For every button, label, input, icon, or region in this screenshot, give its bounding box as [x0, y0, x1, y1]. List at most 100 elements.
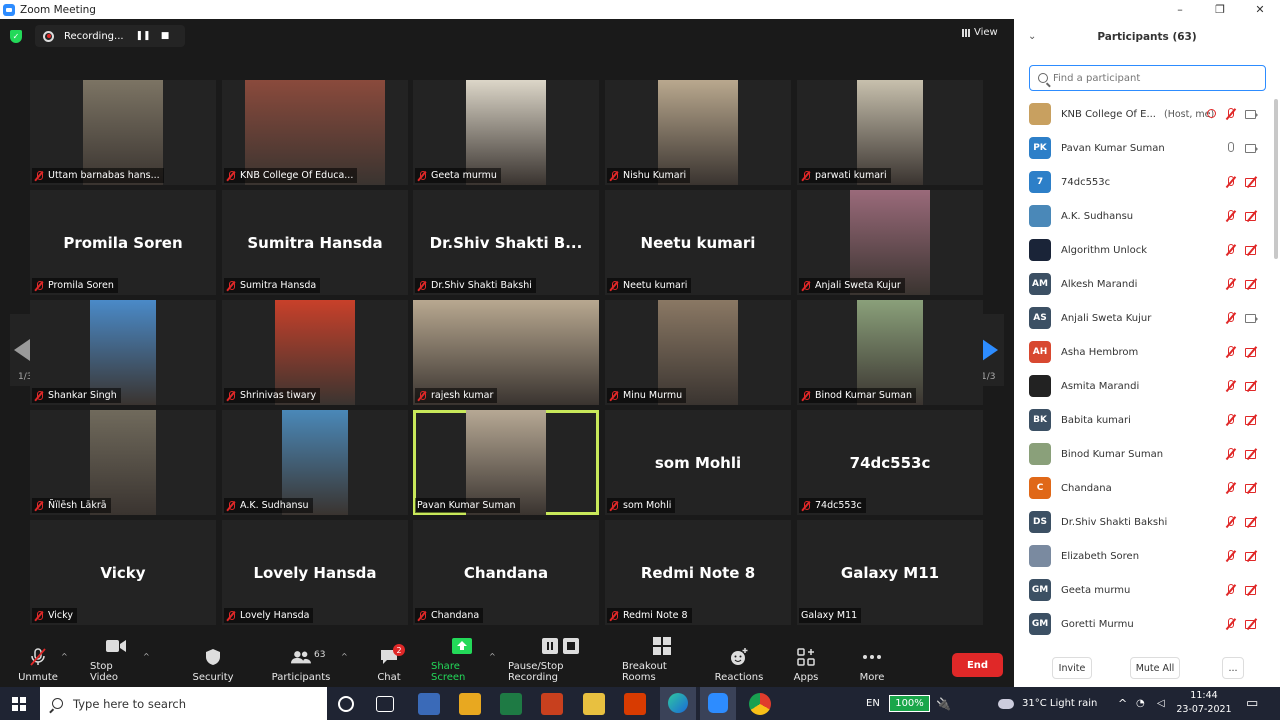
file-explorer-icon[interactable] [583, 693, 605, 715]
video-tile[interactable]: Shrinivas tiwary [222, 300, 408, 405]
weather-widget[interactable]: 31°C Light rain [998, 687, 1097, 720]
apps-button[interactable]: Apps [789, 636, 823, 687]
video-off-icon[interactable] [1245, 210, 1258, 222]
excel-app-icon[interactable] [500, 693, 522, 715]
mic-muted-icon[interactable] [1224, 618, 1237, 630]
invite-button[interactable]: Invite [1052, 657, 1092, 679]
taskbar-search[interactable]: Type here to search [40, 687, 327, 720]
video-tile[interactable]: KNB College Of Educa... [222, 80, 408, 185]
maximize-button[interactable]: ❐ [1200, 0, 1240, 19]
video-off-icon[interactable] [1245, 176, 1258, 188]
mic-muted-icon[interactable] [1224, 244, 1237, 256]
video-tile[interactable]: Nishu Kumari [605, 80, 791, 185]
mic-muted-icon[interactable] [1224, 176, 1237, 188]
minimize-button[interactable]: – [1160, 0, 1200, 19]
store-app-icon[interactable] [459, 693, 481, 715]
video-tile[interactable]: Chandana Chandana [413, 520, 599, 625]
video-tile[interactable]: Vicky Vicky [30, 520, 216, 625]
participant-row[interactable]: AH Asha Hembrom [1014, 335, 1280, 369]
mic-muted-icon[interactable] [1224, 278, 1237, 290]
video-tile[interactable]: Redmi Note 8 Redmi Note 8 [605, 520, 791, 625]
video-off-icon[interactable] [1245, 516, 1258, 528]
video-off-icon[interactable] [1245, 584, 1258, 596]
chrome-browser-icon[interactable] [749, 693, 771, 715]
video-tile[interactable]: Shankar Singh [30, 300, 216, 405]
office-app-icon[interactable] [624, 693, 646, 715]
show-hidden-icons-chevron-icon[interactable]: ^ [1118, 687, 1127, 720]
participant-row[interactable]: 7 74dc553c [1014, 165, 1280, 199]
participants-options-caret[interactable]: ^ [341, 652, 348, 661]
security-button[interactable]: Security [192, 636, 234, 687]
mic-muted-icon[interactable] [1224, 108, 1237, 120]
participants-button[interactable]: Participants [272, 636, 330, 687]
participant-search-input[interactable] [1053, 72, 1253, 84]
mic-muted-icon[interactable] [1224, 584, 1237, 596]
video-tile[interactable]: Anjali Sweta Kujur [797, 190, 983, 295]
close-button[interactable]: ✕ [1240, 0, 1280, 19]
mic-muted-icon[interactable] [1224, 448, 1237, 460]
video-camera-icon[interactable] [1245, 312, 1258, 324]
video-off-icon[interactable] [1245, 380, 1258, 392]
video-tile[interactable]: 74dc553c 74dc553c [797, 410, 983, 515]
participant-row[interactable]: A.K. Sudhansu [1014, 199, 1280, 233]
participant-row[interactable]: GM Geeta murmu [1014, 573, 1280, 607]
video-tile[interactable]: Neetu kumari Neetu kumari [605, 190, 791, 295]
mic-muted-icon[interactable] [1224, 346, 1237, 358]
video-off-icon[interactable] [1245, 346, 1258, 358]
view-button[interactable]: View [962, 27, 998, 38]
mic-muted-icon[interactable] [1224, 312, 1237, 324]
volume-icon[interactable]: ◁ [1157, 687, 1165, 720]
participant-row[interactable]: KNB College Of E... (Host, me) [1014, 97, 1280, 131]
video-off-icon[interactable] [1245, 244, 1258, 256]
video-camera-icon[interactable] [1245, 108, 1258, 120]
network-icon[interactable]: ◔ [1136, 687, 1145, 720]
video-camera-icon[interactable] [1245, 142, 1258, 154]
more-button[interactable]: More [855, 636, 889, 687]
video-tile[interactable]: Ñïlēsh Lākrā [30, 410, 216, 515]
mic-muted-icon[interactable] [1224, 482, 1237, 494]
participant-row[interactable]: Asmita Marandi [1014, 369, 1280, 403]
audio-options-caret[interactable]: ^ [61, 652, 68, 661]
video-off-icon[interactable] [1245, 618, 1258, 630]
video-tile[interactable]: som Mohli som Mohli [605, 410, 791, 515]
participant-list-scrollbar[interactable] [1274, 99, 1278, 259]
video-tile[interactable]: Dr.Shiv Shakti B... Dr.Shiv Shakti Bakshi [413, 190, 599, 295]
stop-video-button[interactable]: Stop Video [90, 636, 142, 687]
video-tile[interactable]: Promila Soren Promila Soren [30, 190, 216, 295]
reactions-button[interactable]: Reactions [715, 636, 763, 687]
video-tile[interactable]: Geeta murmu [413, 80, 599, 185]
powerpoint-app-icon[interactable] [541, 693, 563, 715]
next-page-arrow-icon[interactable] [982, 339, 998, 361]
participant-row[interactable]: BK Babita kumari [1014, 403, 1280, 437]
video-off-icon[interactable] [1245, 414, 1258, 426]
chat-button[interactable]: 2 Chat [375, 636, 405, 687]
participant-row[interactable]: Algorithm Unlock [1014, 233, 1280, 267]
pause-stop-recording-button[interactable]: Pause/Stop Recording [508, 636, 614, 687]
video-off-icon[interactable] [1245, 550, 1258, 562]
zoom-taskbar-slot[interactable] [700, 687, 736, 720]
pause-recording-button[interactable]: ❚❚ [132, 31, 154, 41]
video-off-icon[interactable] [1245, 278, 1258, 290]
participant-row[interactable]: DS Dr.Shiv Shakti Bakshi [1014, 505, 1280, 539]
breakout-rooms-button[interactable]: Breakout Rooms [622, 636, 702, 687]
notifications-icon[interactable]: ▭ [1246, 687, 1258, 720]
video-tile[interactable]: rajesh kumar [413, 300, 599, 405]
stop-recording-button[interactable]: ■ [154, 31, 176, 41]
mic-muted-icon[interactable] [1224, 380, 1237, 392]
participant-row[interactable]: Elizabeth Soren [1014, 539, 1280, 573]
participant-row[interactable]: C Chandana [1014, 471, 1280, 505]
mic-muted-icon[interactable] [1224, 550, 1237, 562]
cortana-icon[interactable] [338, 696, 354, 712]
participant-row[interactable]: PK Pavan Kumar Suman [1014, 131, 1280, 165]
system-clock[interactable]: 11:44 23-07-2021 [1174, 689, 1234, 717]
video-tile[interactable]: Minu Murmu [605, 300, 791, 405]
video-tile[interactable]: parwati kumari [797, 80, 983, 185]
prev-page-arrow-icon[interactable] [14, 339, 30, 361]
share-screen-button[interactable]: Share Screen [431, 636, 493, 687]
video-tile[interactable]: Binod Kumar Suman [797, 300, 983, 405]
video-tile[interactable]: Pavan Kumar Suman [413, 410, 599, 515]
participant-search[interactable] [1029, 65, 1266, 91]
video-tile[interactable]: Lovely Hansda Lovely Hansda [222, 520, 408, 625]
video-tile[interactable]: A.K. Sudhansu [222, 410, 408, 515]
participant-row[interactable]: AM Alkesh Marandi [1014, 267, 1280, 301]
